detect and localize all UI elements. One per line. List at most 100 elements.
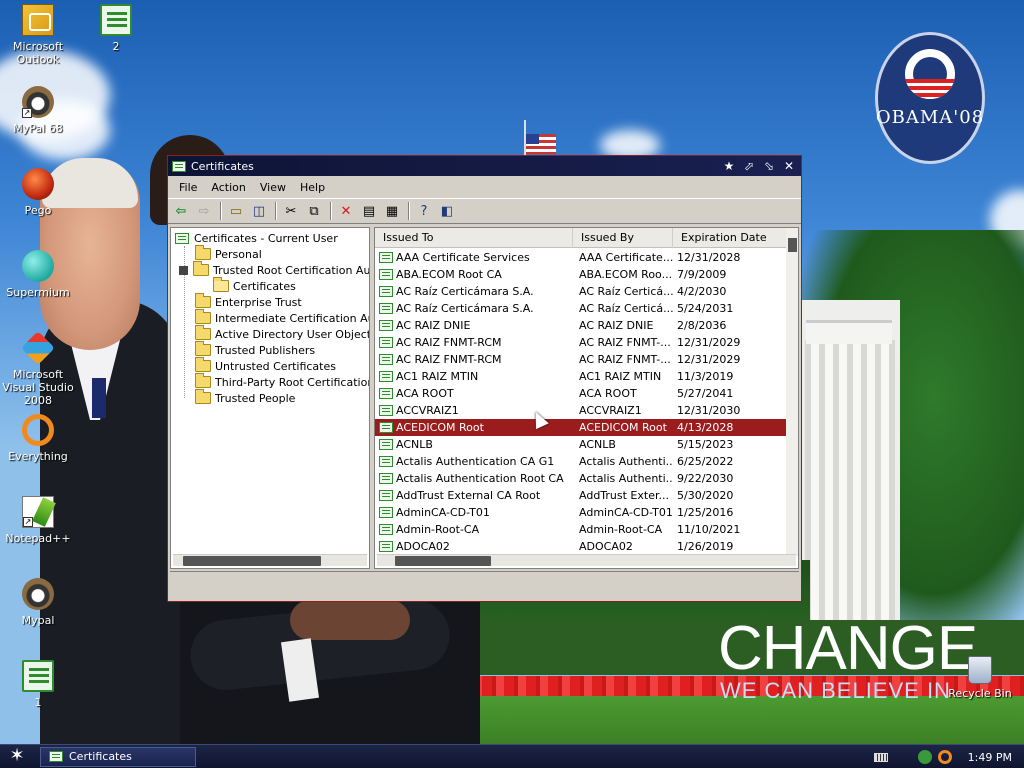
window-title: Certificates	[191, 159, 254, 173]
desktop-icon-cert-2[interactable]: 2	[76, 4, 156, 53]
desktop-icon-notepadpp[interactable]: ↗ Notepad++	[0, 496, 78, 545]
table-row[interactable]: AdminCA-CD-T01 AdminCA-CD-T01 1/25/2016	[375, 504, 787, 521]
menu-help[interactable]: Help	[293, 181, 332, 194]
start-button[interactable]: ✶	[0, 745, 34, 769]
table-row[interactable]: ADOCA02 ADOCA02 1/26/2019	[375, 538, 787, 555]
table-row[interactable]: Admin-Root-CA Admin-Root-CA 11/10/2021	[375, 521, 787, 538]
cut-icon[interactable]: ✂	[282, 202, 300, 220]
network-icon[interactable]	[917, 750, 932, 764]
table-row[interactable]: AC RAIZ FNMT-RCM AC RAIZ FNMT-... 12/31/20…	[375, 351, 787, 368]
column-expiration-date[interactable]: Expiration Date	[673, 228, 787, 248]
list-horizontal-scrollbar[interactable]	[377, 554, 796, 566]
table-row[interactable]: Actalis Authentication Root CA Actalis Au…	[375, 470, 787, 487]
issued-to-text: AddTrust External CA Root	[396, 489, 541, 502]
table-row[interactable]: AAA Certificate Services AAA Certificate.…	[375, 249, 787, 266]
tree-item-trusted-people[interactable]: Trusted People	[195, 389, 295, 406]
scrollbar-thumb[interactable]	[183, 556, 321, 566]
table-row[interactable]: ABA.ECOM Root CA ABA.ECOM Roo... 7/9/2009	[375, 266, 787, 283]
table-row[interactable]: ACEDICOM Root ACEDICOM Root 4/13/2028	[375, 419, 787, 436]
desktop-icon-mypal68[interactable]: ↗ MyPal 68	[0, 86, 78, 135]
pego-icon	[22, 168, 54, 200]
forward-arrow-icon[interactable]: ⇨	[195, 202, 213, 220]
tree-item-trusted-publishers[interactable]: Trusted Publishers	[195, 341, 315, 358]
desktop-icon-label: MyPal 68	[13, 122, 63, 135]
certificate-icon	[379, 541, 393, 552]
copy-icon[interactable]: ⧉	[305, 202, 323, 220]
up-folder-icon[interactable]: ▭	[227, 202, 245, 220]
minimize-button[interactable]: ⬀	[741, 158, 757, 174]
cell-expiration-date: 6/25/2022	[677, 455, 734, 468]
cell-issued-by: Admin-Root-CA	[579, 523, 663, 536]
table-row[interactable]: AC Raíz Certicámara S.A. AC Raíz Certicá.…	[375, 300, 787, 317]
desktop-icon-supermium[interactable]: Supermium	[0, 250, 78, 299]
table-row[interactable]: ACCVRAIZ1 ACCVRAIZ1 12/31/2030	[375, 402, 787, 419]
pin-icon[interactable]: ★	[721, 158, 737, 174]
console-icon[interactable]: ◧	[438, 202, 456, 220]
collapse-icon[interactable]	[179, 265, 188, 275]
show-hide-tree-icon[interactable]: ◫	[250, 202, 268, 220]
cell-expiration-date: 5/27/2041	[677, 387, 734, 400]
certificate-list-pane: Issued To Issued By Expiration Date AAA …	[374, 227, 799, 569]
clock[interactable]: 1:49 PM	[968, 751, 1012, 764]
visual-studio-icon	[21, 331, 55, 365]
table-row[interactable]: AC RAIZ DNIE AC RAIZ DNIE 2/8/2036	[375, 317, 787, 334]
scrollbar-thumb[interactable]	[395, 556, 491, 566]
mypal-icon: ↗	[22, 86, 54, 118]
column-issued-to[interactable]: Issued To	[375, 228, 573, 248]
desktop-icon-visual-studio[interactable]: Microsoft Visual Studio 2008	[0, 331, 78, 407]
desktop-icon-recycle-bin[interactable]: Recycle Bin	[940, 656, 1020, 700]
table-row[interactable]: AC1 RAIZ MTIN AC1 RAIZ MTIN 11/3/2019	[375, 368, 787, 385]
tree-item-personal[interactable]: Personal	[195, 245, 262, 262]
cell-expiration-date: 12/31/2028	[677, 251, 741, 264]
tree-horizontal-scrollbar[interactable]	[173, 554, 367, 566]
tree-item-untrusted[interactable]: Untrusted Certificates	[195, 357, 336, 374]
column-issued-by[interactable]: Issued By	[573, 228, 673, 248]
tree-item-enterprise-trust[interactable]: Enterprise Trust	[195, 293, 302, 310]
cell-issued-by: AC1 RAIZ MTIN	[579, 370, 662, 383]
tree-item-trusted-root[interactable]: Trusted Root Certification Authc	[179, 261, 369, 278]
tree-item-intermediate[interactable]: Intermediate Certification Authc	[195, 309, 369, 326]
desktop-icon-everything[interactable]: Everything	[0, 414, 78, 463]
table-row[interactable]: ACA ROOT ACA ROOT 5/27/2041	[375, 385, 787, 402]
tree-item-root[interactable]: Certificates - Current User	[175, 230, 338, 246]
menu-action[interactable]: Action	[204, 181, 252, 194]
table-row[interactable]: Actalis Authentication CA G1 Actalis Auth…	[375, 453, 787, 470]
table-row[interactable]: AddTrust External CA Root AddTrust Exter.…	[375, 487, 787, 504]
title-bar[interactable]: Certificates ★ ⬀ ⬂ ✕	[168, 156, 801, 176]
tree-item-label: Active Directory User Object	[215, 327, 370, 341]
taskbar-button-certificates[interactable]: Certificates	[40, 746, 196, 767]
desktop-icon-mypal[interactable]: Mypal	[0, 578, 78, 627]
delete-icon[interactable]: ✕	[337, 202, 355, 220]
maximize-button[interactable]: ⬂	[761, 158, 777, 174]
help-icon[interactable]: ?	[415, 202, 433, 220]
desktop-icon-label: Pego	[24, 204, 52, 217]
cell-issued-by: ACNLB	[579, 438, 616, 451]
table-row[interactable]: AC RAIZ FNMT-RCM AC RAIZ FNMT-... 12/31/20…	[375, 334, 787, 351]
menu-file[interactable]: File	[172, 181, 204, 194]
certificate-icon	[379, 524, 393, 535]
tree-item-label: Certificates	[233, 279, 296, 293]
close-button[interactable]: ✕	[781, 158, 797, 174]
desktop-icon-pego[interactable]: Pego	[0, 168, 78, 217]
list-vertical-scrollbar[interactable]	[786, 228, 798, 556]
desktop-icon-outlook[interactable]: Microsoft Outlook	[0, 4, 78, 66]
menu-view[interactable]: View	[253, 181, 293, 194]
certificates-window: Certificates ★ ⬀ ⬂ ✕ File Action View He…	[167, 155, 802, 602]
tree-item-certificates[interactable]: Certificates	[213, 277, 296, 294]
tree-item-active-directory[interactable]: Active Directory User Object	[195, 325, 370, 342]
cell-issued-by: ACEDICOM Root	[579, 421, 667, 434]
everything-search-icon[interactable]	[937, 750, 952, 764]
keyboard-icon[interactable]	[873, 752, 888, 762]
desktop-icon-cert-1[interactable]: 1	[0, 660, 78, 709]
export-list-icon[interactable]: ▦	[383, 202, 401, 220]
tree-item-third-party-root[interactable]: Third-Party Root Certification Au	[195, 373, 369, 390]
cell-issued-by: ACA ROOT	[579, 387, 637, 400]
certificate-icon	[379, 252, 393, 263]
table-row[interactable]: AC Raíz Certicámara S.A. AC Raíz Certicá.…	[375, 283, 787, 300]
supermium-icon	[22, 250, 54, 282]
scrollbar-thumb[interactable]	[788, 238, 797, 252]
properties-icon[interactable]: ▤	[360, 202, 378, 220]
table-row[interactable]: ACNLB ACNLB 5/15/2023	[375, 436, 787, 453]
certificate-store-icon	[175, 232, 189, 244]
back-arrow-icon[interactable]: ⇦	[172, 202, 190, 220]
